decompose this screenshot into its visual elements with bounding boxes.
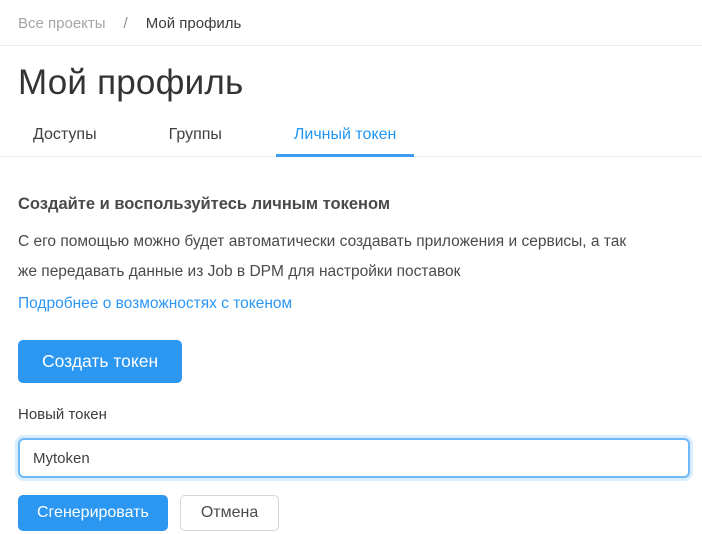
breadcrumb: Все проекты / Мой профиль (0, 0, 702, 46)
breadcrumb-current-page: Мой профиль (146, 15, 242, 32)
create-token-button[interactable]: Создать токен (18, 340, 182, 383)
tab-access[interactable]: Доступы (15, 126, 115, 156)
form-actions: Сгенерировать Отмена (18, 495, 684, 531)
breadcrumb-separator: / (124, 15, 128, 32)
description-line-2: же передавать данные из Job в DPM для на… (18, 257, 684, 287)
tab-personal-token[interactable]: Личный токен (276, 126, 414, 156)
description-line-1: С его помощью можно будет автоматически … (18, 227, 684, 257)
new-token-input[interactable] (18, 438, 690, 478)
breadcrumb-all-projects-link[interactable]: Все проекты (18, 15, 106, 32)
cancel-button[interactable]: Отмена (180, 495, 279, 531)
token-section-description: С его помощью можно будет автоматически … (18, 227, 684, 287)
page-title: Мой профиль (18, 63, 684, 103)
tab-groups[interactable]: Группы (151, 126, 240, 156)
tab-bar: Доступы Группы Личный токен (0, 126, 702, 157)
token-section-heading: Создайте и воспользуйтесь личным токеном (18, 195, 684, 214)
token-section: Создайте и воспользуйтесь личным токеном… (0, 195, 702, 531)
generate-button[interactable]: Сгенерировать (18, 495, 168, 531)
token-more-info-link[interactable]: Подробнее о возможностях с токеном (18, 295, 292, 313)
new-token-label: Новый токен (18, 406, 684, 423)
